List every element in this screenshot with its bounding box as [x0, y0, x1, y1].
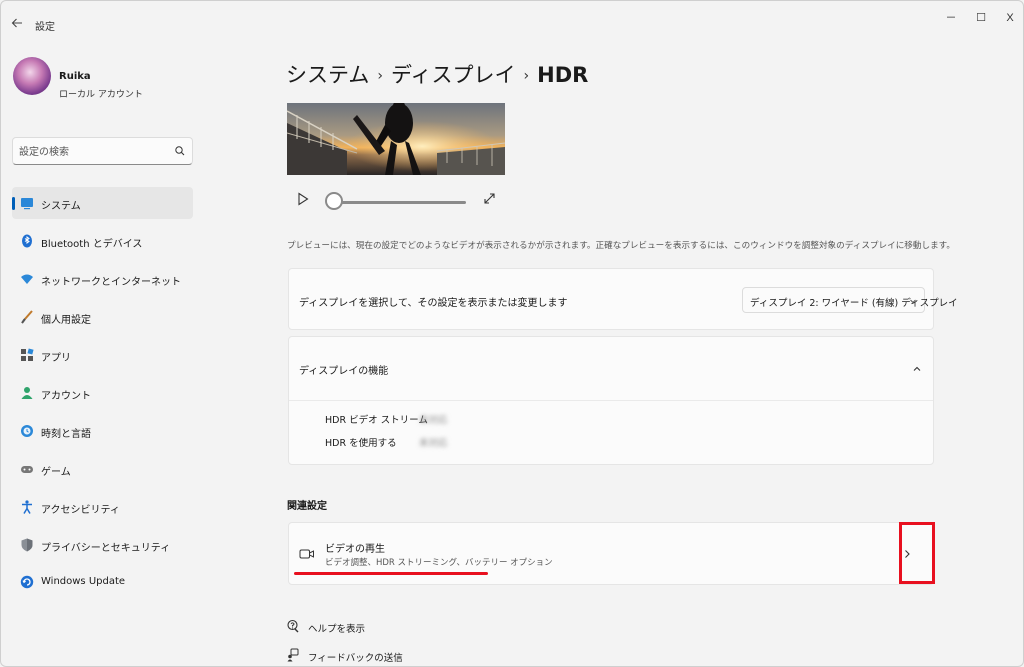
annotation-highlight-box: [899, 522, 935, 584]
apps-icon: [21, 348, 34, 361]
user-name: Ruika: [59, 71, 91, 82]
display-dropdown-value: ディスプレイ 2: ワイヤード (有線) ディスプレイ: [750, 298, 958, 309]
account-icon: [21, 387, 33, 399]
title-bar: 設定 － ☐ X: [1, 1, 1023, 45]
sidebar-item-bluetooth[interactable]: Bluetooth とデバイス: [12, 225, 193, 257]
accessibility-icon: [22, 500, 32, 514]
sidebar-item-label: 個人用設定: [41, 315, 91, 326]
search-icon[interactable]: [174, 144, 186, 158]
time-language-icon: [21, 425, 33, 437]
video-playback-title: ビデオの再生: [325, 544, 385, 555]
app-title: 設定: [35, 22, 55, 33]
brush-icon: [21, 310, 33, 324]
chevron-up-icon[interactable]: [911, 363, 923, 375]
help-icon: [287, 619, 299, 633]
search-input[interactable]: [19, 144, 169, 160]
playback-slider-thumb[interactable]: [325, 192, 343, 210]
sidebar-item-label: ネットワークとインターネット: [41, 277, 181, 288]
page-title: HDR: [537, 63, 589, 87]
sidebar-item-windows-update[interactable]: Windows Update: [12, 566, 193, 598]
sidebar-item-label: プライバシーとセキュリティ: [41, 543, 171, 554]
maximize-button[interactable]: ☐: [973, 11, 989, 25]
feature-use-hdr-value: 未対応: [419, 438, 448, 449]
avatar[interactable]: [13, 57, 51, 95]
hdr-preview-video: [287, 103, 505, 175]
sidebar-item-label: アプリ: [41, 353, 71, 364]
help-link-label: ヘルプを表示: [308, 624, 366, 635]
sidebar-item-label: システム: [41, 201, 81, 212]
selection-indicator: [12, 197, 15, 210]
feedback-icon: [287, 648, 299, 662]
feature-use-hdr: HDR を使用する: [325, 438, 397, 449]
sidebar-item-accounts[interactable]: アカウント: [12, 377, 193, 409]
video-playback-subtitle: ビデオ調整、HDR ストリーミング、バッテリー オプション: [325, 558, 553, 568]
video-playback-card[interactable]: ビデオの再生 ビデオ調整、HDR ストリーミング、バッテリー オプション: [288, 522, 934, 585]
display-select-card: ディスプレイを選択して、その設定を表示または変更します ディスプレイ 2: ワイ…: [288, 268, 958, 330]
sidebar-item-time-language[interactable]: 時刻と言語: [12, 415, 193, 447]
display-dropdown[interactable]: ディスプレイ 2: ワイヤード (有線) ディスプレイ: [742, 287, 958, 313]
feature-hdr-video-stream: HDR ビデオ ストリーム: [325, 415, 428, 426]
minimize-button[interactable]: －: [943, 11, 959, 25]
settings-window: 設定 － ☐ X Ruika ローカル アカウント システム Bluetooth…: [0, 0, 1024, 667]
bluetooth-icon: [22, 234, 32, 248]
sidebar-item-network[interactable]: ネットワークとインターネット: [12, 263, 193, 295]
sidebar-item-label: アカウント: [41, 391, 91, 402]
sidebar-item-system[interactable]: システム: [12, 187, 193, 219]
sidebar-item-gaming[interactable]: ゲーム: [12, 453, 193, 485]
feature-hdr-video-stream-value: 未対応: [419, 415, 448, 426]
gaming-icon: [21, 466, 33, 473]
play-icon[interactable]: [297, 192, 309, 206]
video-camera-icon: [299, 549, 314, 559]
back-button[interactable]: [11, 17, 25, 31]
display-features-title: ディスプレイの機能: [299, 366, 389, 377]
preview-frame-image: [287, 103, 505, 175]
display-features-card: ディスプレイの機能 HDR ビデオ ストリーム 未対応 HDR を使用する 未対…: [288, 336, 934, 465]
breadcrumb-display[interactable]: ディスプレイ: [391, 59, 516, 89]
breadcrumb: システム › ディスプレイ › HDR: [286, 59, 588, 89]
annotation-underline: [294, 572, 488, 575]
sidebar-item-label: アクセシビリティ: [41, 505, 120, 516]
system-icon: [21, 198, 33, 210]
display-select-label: ディスプレイを選択して、その設定を表示または変更します: [299, 298, 568, 309]
breadcrumb-system[interactable]: システム: [286, 59, 369, 89]
feedback-link-label: フィードバックの送信: [308, 653, 403, 664]
sidebar-item-label: 時刻と言語: [41, 429, 91, 440]
sidebar-item-label: Windows Update: [41, 576, 126, 587]
preview-description: プレビューには、現在の設定でどのようなビデオが表示されるかが示されます。正確なプ…: [287, 241, 955, 251]
breadcrumb-separator: ›: [377, 68, 383, 84]
close-button[interactable]: X: [1002, 11, 1018, 25]
sidebar-item-privacy-security[interactable]: プライバシーとセキュリティ: [12, 529, 193, 561]
windows-update-icon: [20, 575, 34, 589]
shield-icon: [21, 538, 33, 552]
account-type: ローカル アカウント: [59, 90, 143, 100]
back-arrow-icon: [11, 18, 22, 28]
sidebar-item-accessibility[interactable]: アクセシビリティ: [12, 491, 193, 523]
divider: [289, 400, 933, 401]
fullscreen-icon[interactable]: [483, 192, 496, 205]
sidebar-item-label: ゲーム: [41, 467, 71, 478]
sidebar-item-apps[interactable]: アプリ: [12, 339, 193, 371]
sidebar-item-label: Bluetooth とデバイス: [41, 239, 143, 250]
search-box[interactable]: [12, 137, 193, 165]
breadcrumb-separator: ›: [523, 68, 530, 84]
related-settings-heading: 関連設定: [287, 501, 327, 512]
chevron-down-icon: [910, 299, 916, 304]
playback-slider-track[interactable]: [334, 201, 466, 204]
network-icon: [21, 274, 33, 284]
sidebar-item-personalization[interactable]: 個人用設定: [12, 301, 193, 333]
